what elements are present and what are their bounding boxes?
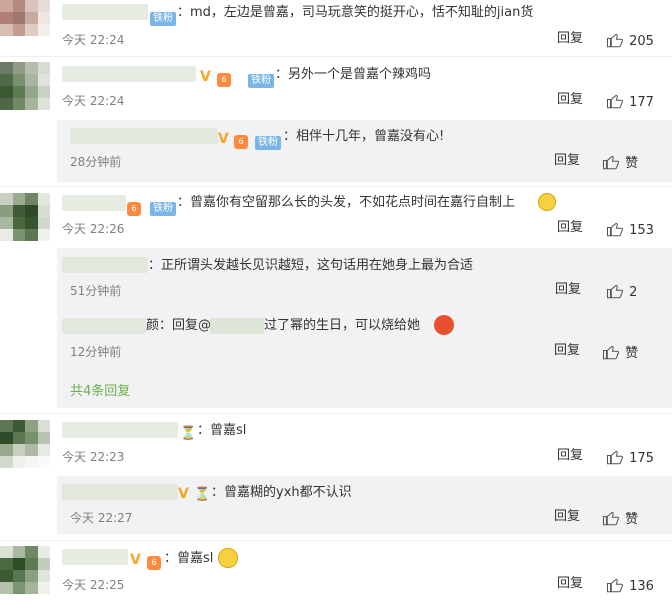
thumbs-up-icon — [602, 155, 619, 170]
divider — [0, 186, 672, 187]
username[interactable] — [70, 128, 218, 144]
fan-badge-icon: 铁粉 — [150, 6, 176, 26]
thumbs-up-icon — [606, 284, 623, 299]
verified-v-icon: V — [218, 131, 229, 147]
level-icon: 6 — [147, 550, 161, 570]
username[interactable] — [62, 318, 146, 334]
mention-name[interactable] — [210, 318, 264, 334]
thumbs-up-icon — [606, 94, 623, 109]
avatar[interactable] — [0, 0, 50, 44]
comment-text: ：曾嘉sl — [197, 423, 247, 438]
thumbs-up-icon — [606, 33, 623, 48]
level-icon: 6 — [234, 129, 248, 149]
reply-text: ：正所谓头发越长见识越短，这句话用在她身上最为合适 — [148, 258, 474, 273]
divider — [0, 56, 672, 57]
like-count: 赞 — [625, 346, 639, 361]
username[interactable] — [62, 422, 178, 438]
thumbs-up-icon — [602, 345, 619, 360]
reply-text: ：曾嘉糊的yxh都不认识 — [211, 485, 352, 500]
thumbs-up-icon — [602, 511, 619, 526]
avatar[interactable] — [0, 546, 50, 602]
comment-text: ：另外一个是曾嘉个辣鸡吗 — [275, 67, 432, 82]
username[interactable] — [62, 257, 148, 273]
like-count: 赞 — [625, 156, 639, 171]
avatar[interactable] — [0, 420, 50, 468]
like-button[interactable]: 153 — [606, 219, 654, 240]
avatar[interactable] — [0, 193, 50, 241]
like-count: 2 — [629, 285, 638, 300]
reply-text: ：相伴十几年，曾嘉没有心! — [283, 129, 445, 144]
verified-v-icon: V — [178, 486, 189, 502]
fan-badge-icon: 铁粉 — [255, 130, 281, 150]
comment-time: 今天 22:24 — [62, 94, 125, 108]
divider — [0, 413, 672, 414]
shocked-emoji-icon — [218, 548, 238, 569]
hourglass-icon: ⏳ — [194, 487, 211, 502]
like-count: 175 — [629, 451, 654, 466]
like-button[interactable]: 赞 — [602, 342, 638, 363]
verified-v-icon: V — [200, 69, 211, 85]
reply-button[interactable]: 回复 — [554, 508, 580, 526]
username[interactable] — [62, 484, 178, 500]
like-count: 205 — [629, 34, 654, 49]
like-button[interactable]: 136 — [606, 575, 654, 596]
reply-text: 过了幂的生日，可以烧给她 — [264, 318, 421, 333]
reply-button[interactable]: 回复 — [554, 152, 580, 170]
angry-emoji-icon — [434, 315, 454, 336]
thumbs-up-icon — [606, 222, 623, 237]
reply-button[interactable]: 回复 — [555, 281, 581, 299]
comment-text: ：曾嘉你有空留那么长的头发，不如花点时间在嘉行自制上 — [177, 195, 516, 210]
like-button[interactable]: 177 — [606, 91, 654, 112]
reply-button[interactable]: 回复 — [557, 30, 583, 48]
like-button[interactable]: 赞 — [602, 508, 638, 529]
thumbs-up-icon — [606, 450, 623, 465]
hourglass-icon: ⏳ — [180, 426, 197, 441]
username[interactable] — [62, 195, 126, 211]
reply-button[interactable]: 回复 — [557, 219, 583, 237]
like-count: 赞 — [625, 512, 639, 527]
like-count: 177 — [629, 95, 654, 110]
fan-badge-icon: 铁粉 — [150, 196, 176, 216]
comment-text: ：md，左边是曾嘉，司马玩意笑的挺开心，恬不知耻的jian货 — [177, 5, 534, 20]
like-button[interactable]: 175 — [606, 447, 654, 468]
username[interactable] — [62, 549, 128, 565]
comment-time: 今天 22:25 — [62, 578, 125, 592]
reply-button[interactable]: 回复 — [557, 447, 583, 465]
emoji-icon — [538, 193, 556, 212]
verified-v-icon: V — [130, 552, 141, 568]
username[interactable] — [62, 4, 148, 20]
more-replies-link[interactable]: 共4条回复 — [70, 380, 130, 399]
reply-time: 28分钟前 — [70, 155, 122, 169]
fan-badge-icon: 铁粉 — [248, 68, 274, 88]
reply-button[interactable]: 回复 — [557, 91, 583, 109]
like-button[interactable]: 2 — [606, 281, 637, 302]
reply-button[interactable]: 回复 — [557, 575, 583, 593]
username[interactable] — [62, 66, 196, 82]
divider — [0, 540, 672, 541]
level-icon: 6 — [217, 67, 231, 87]
comment-time: 今天 22:23 — [62, 450, 125, 464]
avatar[interactable] — [0, 62, 50, 110]
thumbs-up-icon — [606, 578, 623, 593]
reply-time: 12分钟前 — [70, 345, 122, 359]
like-button[interactable]: 205 — [606, 30, 654, 51]
reply-prefix: 颜：回复@ — [146, 318, 212, 333]
comment-time: 今天 22:26 — [62, 222, 125, 236]
comment-time: 今天 22:24 — [62, 33, 125, 47]
like-count: 153 — [629, 223, 654, 238]
reply-time: 今天 22:27 — [70, 511, 133, 525]
comment-text: ：曾嘉sl — [164, 551, 214, 566]
reply-button[interactable]: 回复 — [554, 342, 580, 360]
level-icon: 6 — [127, 196, 141, 216]
like-button[interactable]: 赞 — [602, 152, 638, 173]
reply-time: 51分钟前 — [70, 284, 122, 298]
like-count: 136 — [629, 579, 654, 594]
